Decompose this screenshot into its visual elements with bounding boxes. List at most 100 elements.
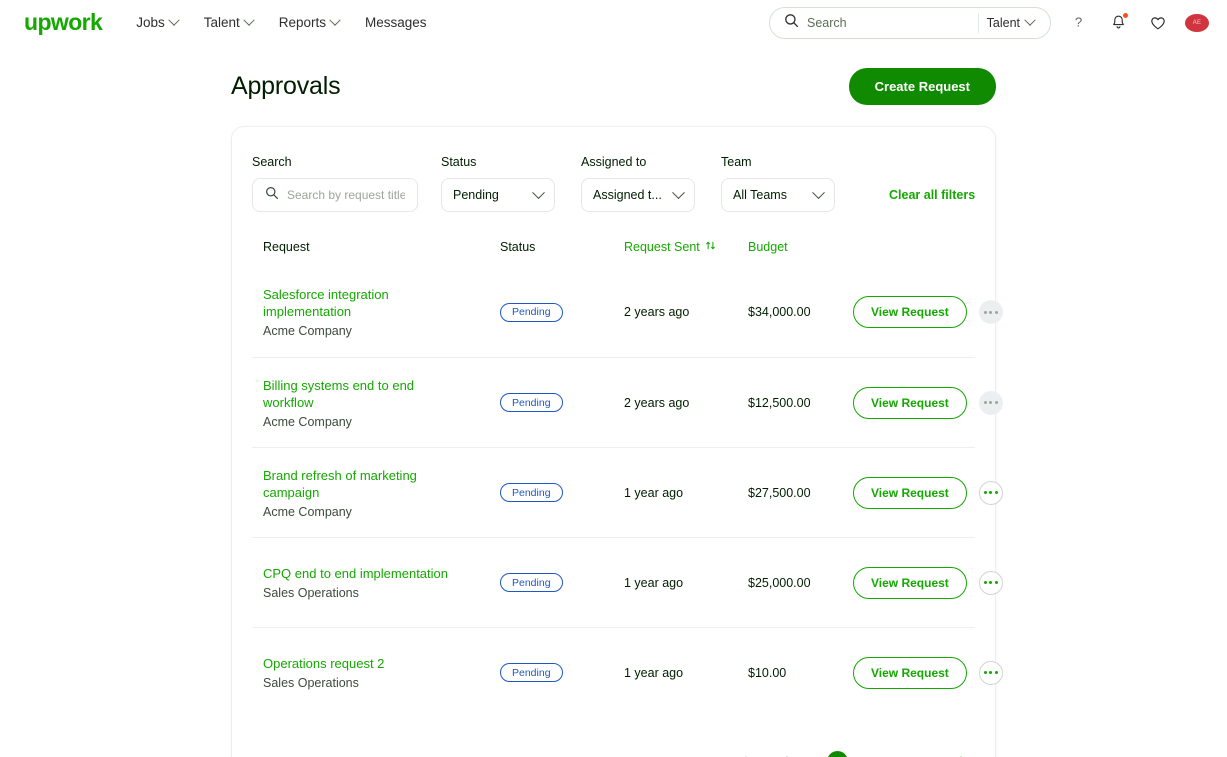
avatar-initials: AE	[1193, 20, 1202, 26]
create-request-button[interactable]: Create Request	[849, 68, 996, 105]
filter-search-field[interactable]	[252, 178, 418, 212]
search-scope-selector[interactable]: Talent	[987, 16, 1046, 30]
request-title-link[interactable]: CPQ end to end implementation	[263, 565, 453, 582]
approvals-table: Request Status Request Sent	[252, 238, 975, 717]
status-badge: Pending	[500, 573, 563, 592]
nav-item-talent-label: Talent	[204, 15, 240, 30]
global-search-bar[interactable]: Talent	[769, 7, 1051, 39]
row-actions: View Request	[853, 477, 1013, 509]
table-header-row: Request Status Request Sent	[252, 238, 975, 267]
filter-search-group: Search	[252, 155, 418, 212]
user-avatar[interactable]: AE	[1185, 14, 1209, 32]
notifications-button[interactable]	[1105, 10, 1131, 36]
pagination-page-3[interactable]: 3	[885, 751, 906, 757]
view-request-button[interactable]: View Request	[853, 387, 967, 419]
nav-item-talent[interactable]: Talent	[204, 15, 253, 30]
row-more-options-button[interactable]	[979, 571, 1003, 595]
row-actions: View Request	[853, 296, 1013, 328]
table-body: Salesforce integration implementation Ac…	[252, 267, 975, 717]
column-header-request-sent[interactable]: Request Sent	[624, 240, 716, 254]
filter-team-label: Team	[721, 155, 835, 169]
filter-status-value: Pending	[453, 188, 499, 202]
request-cell: Salesforce integration implementation Ac…	[252, 286, 500, 338]
row-more-options-button[interactable]	[979, 300, 1003, 324]
request-sent-cell: 1 year ago	[624, 486, 748, 500]
view-request-button[interactable]: View Request	[853, 296, 967, 328]
status-badge: Pending	[500, 663, 563, 682]
request-cell: Brand refresh of marketing campaign Acme…	[252, 467, 500, 519]
filter-status-select[interactable]: Pending	[441, 178, 555, 212]
request-team-label: Acme Company	[263, 415, 500, 429]
nav-item-jobs[interactable]: Jobs	[136, 15, 178, 30]
column-header-budget-cell: Budget	[748, 238, 853, 256]
upwork-logo[interactable]: upwork	[24, 11, 102, 34]
request-cell: CPQ end to end implementation Sales Oper…	[252, 565, 500, 600]
request-team-label: Sales Operations	[263, 586, 500, 600]
column-header-request-sent-label: Request Sent	[624, 240, 700, 254]
notification-badge-dot	[1122, 12, 1129, 19]
chevron-down-icon	[329, 14, 340, 25]
row-actions: View Request	[853, 657, 1013, 689]
help-button[interactable]: ?	[1065, 10, 1091, 36]
table-row: Brand refresh of marketing campaign Acme…	[252, 447, 975, 537]
status-cell: Pending	[500, 393, 624, 412]
approvals-card: Search Status Pending	[231, 126, 996, 757]
column-header-budget[interactable]: Budget	[748, 240, 788, 254]
filter-status-label: Status	[441, 155, 555, 169]
request-team-label: Sales Operations	[263, 676, 500, 690]
page-header: Approvals Create Request	[231, 45, 996, 126]
budget-cell: $12,500.00	[748, 396, 853, 410]
filter-assigned-group: Assigned to Assigned t...	[581, 155, 695, 212]
request-sent-cell: 2 years ago	[624, 305, 748, 319]
request-title-link[interactable]: Brand refresh of marketing campaign	[263, 467, 453, 501]
filter-assigned-value: Assigned t...	[593, 188, 662, 202]
filter-search-label: Search	[252, 155, 418, 169]
request-sent-cell: 1 year ago	[624, 576, 748, 590]
chevron-down-icon	[168, 14, 179, 25]
request-team-label: Acme Company	[263, 324, 500, 338]
search-icon	[784, 13, 799, 33]
status-cell: Pending	[500, 483, 624, 502]
column-header-request-sent-cell: Request Sent	[624, 238, 748, 256]
filter-team-group: Team All Teams	[721, 155, 835, 212]
table-row: Salesforce integration implementation Ac…	[252, 267, 975, 357]
row-more-options-button[interactable]	[979, 661, 1003, 685]
view-request-button[interactable]: View Request	[853, 567, 967, 599]
row-actions: View Request	[853, 567, 1013, 599]
chevron-down-icon	[812, 186, 825, 199]
request-cell: Operations request 2 Sales Operations	[252, 655, 500, 690]
view-request-button[interactable]: View Request	[853, 657, 967, 689]
request-title-link[interactable]: Billing systems end to end workflow	[263, 377, 453, 411]
request-title-link[interactable]: Salesforce integration implementation	[263, 286, 453, 320]
nav-item-jobs-label: Jobs	[136, 15, 165, 30]
clear-all-filters-link[interactable]: Clear all filters	[889, 188, 975, 202]
search-scope-label: Talent	[987, 16, 1020, 30]
budget-cell: $25,000.00	[748, 576, 853, 590]
filter-bar: Search Status Pending	[252, 155, 975, 212]
status-badge: Pending	[500, 303, 563, 322]
saved-items-button[interactable]	[1145, 10, 1171, 36]
budget-cell: $27,500.00	[748, 486, 853, 500]
nav-item-reports[interactable]: Reports	[279, 15, 339, 30]
pagination-page-2[interactable]: 2	[856, 751, 877, 757]
search-divider	[978, 13, 979, 33]
filter-search-input[interactable]	[287, 188, 405, 202]
status-cell: Pending	[500, 303, 624, 322]
chevron-down-icon	[243, 14, 254, 25]
filter-assigned-label: Assigned to	[581, 155, 695, 169]
page-title: Approvals	[231, 72, 340, 101]
pagination-page-1[interactable]: 1	[827, 751, 848, 757]
filter-assigned-select[interactable]: Assigned t...	[581, 178, 695, 212]
row-actions: View Request	[853, 387, 1013, 419]
request-title-link[interactable]: Operations request 2	[263, 655, 453, 672]
sort-updown-icon	[705, 240, 716, 254]
row-more-options-button[interactable]	[979, 481, 1003, 505]
column-header-status: Status	[500, 240, 624, 254]
nav-item-reports-label: Reports	[279, 15, 326, 30]
filter-team-select[interactable]: All Teams	[721, 178, 835, 212]
nav-item-messages[interactable]: Messages	[365, 15, 427, 30]
row-more-options-button[interactable]	[979, 391, 1003, 415]
main-nav-links: Jobs Talent Reports Messages	[136, 15, 426, 30]
view-request-button[interactable]: View Request	[853, 477, 967, 509]
global-search-input[interactable]	[807, 16, 976, 30]
